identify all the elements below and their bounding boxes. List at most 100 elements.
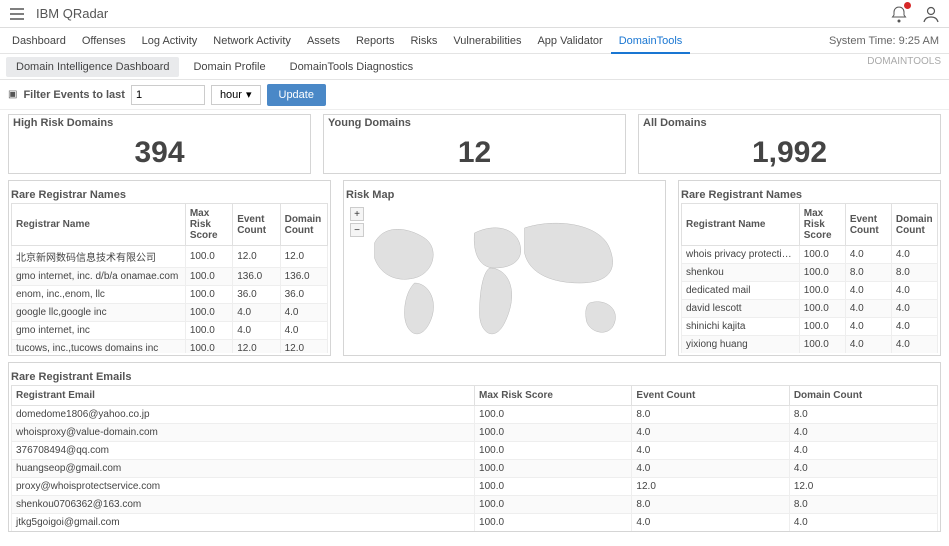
tab-dashboard[interactable]: Dashboard [4, 28, 74, 54]
tab-log-activity[interactable]: Log Activity [134, 28, 206, 54]
col-event-count[interactable]: Event Count [632, 386, 789, 406]
tab-vulnerabilities[interactable]: Vulnerabilities [445, 28, 529, 54]
table-row[interactable]: 376708494@qq.com100.04.04.0 [12, 442, 938, 460]
registrant-panel: Rare Registrant Names Registrant Name Ma… [678, 180, 941, 356]
table-cell: 4.0 [891, 300, 937, 318]
table-cell: 100.0 [799, 282, 845, 300]
table-cell: 4.0 [789, 424, 937, 442]
emails-panel: Rare Registrant Emails Registrant Email … [8, 362, 941, 532]
table-cell: 100.0 [799, 318, 845, 336]
tab-assets[interactable]: Assets [299, 28, 348, 54]
filter-label: Filter Events to last [23, 89, 124, 101]
table-row[interactable]: shinichi kajita100.04.04.0 [682, 318, 938, 336]
table-cell: 4.0 [845, 300, 891, 318]
zoom-out-icon[interactable]: − [350, 223, 364, 237]
table-cell: google llc,google inc [12, 304, 186, 322]
table-row[interactable]: dedicated mail100.04.04.0 [682, 282, 938, 300]
table-row[interactable]: sales@termfly.net100.04.04.0 [12, 532, 938, 533]
table-row[interactable]: tucows, inc.,tucows domains inc100.012.0… [12, 340, 328, 354]
table-row[interactable]: proxy@whoisprotectservice.com100.012.012… [12, 478, 938, 496]
table-row[interactable]: david lescott100.04.04.0 [682, 300, 938, 318]
col-max-risk[interactable]: Max Risk Score [185, 204, 232, 246]
filter-value-input[interactable] [131, 85, 205, 105]
subtab-diagnostics[interactable]: DomainTools Diagnostics [280, 57, 424, 77]
col-domain-count[interactable]: Domain Count [789, 386, 937, 406]
map-header: Risk Map [346, 189, 663, 201]
table-cell: enom, inc.,enom, llc [12, 286, 186, 304]
table-cell: 8.0 [632, 496, 789, 514]
table-cell: 100.0 [475, 496, 632, 514]
subtab-domain-profile[interactable]: Domain Profile [183, 57, 275, 77]
table-row[interactable]: gmo internet, inc100.04.04.0 [12, 322, 328, 340]
col-max-risk[interactable]: Max Risk Score [475, 386, 632, 406]
registrar-scroll[interactable]: Registrar Name Max Risk Score Event Coun… [11, 203, 328, 353]
col-registrar-name[interactable]: Registrar Name [12, 204, 186, 246]
table-row[interactable]: whois privacy protection service by valu… [682, 246, 938, 264]
col-domain-count[interactable]: Domain Count [280, 204, 327, 246]
col-registrant-name[interactable]: Registrant Name [682, 204, 800, 246]
table-row[interactable]: huangseop@gmail.com100.04.04.0 [12, 460, 938, 478]
risk-map[interactable]: + − [346, 203, 663, 353]
table-cell: 100.0 [185, 304, 232, 322]
notifications-icon[interactable] [889, 4, 909, 24]
table-row[interactable]: google llc,google inc100.04.04.0 [12, 304, 328, 322]
col-max-risk[interactable]: Max Risk Score [799, 204, 845, 246]
table-row[interactable]: 北京新网数码信息技术有限公司100.012.012.0 [12, 246, 328, 268]
table-cell: 4.0 [891, 318, 937, 336]
table-cell: jtkg5goigoi@gmail.com [12, 514, 475, 532]
table-cell: 100.0 [475, 514, 632, 532]
tab-network-activity[interactable]: Network Activity [205, 28, 299, 54]
table-cell: 4.0 [789, 460, 937, 478]
table-cell: 100.0 [799, 336, 845, 354]
table-row[interactable]: shenkou0706362@163.com100.08.08.0 [12, 496, 938, 514]
tab-offenses[interactable]: Offenses [74, 28, 134, 54]
registrar-panel: Rare Registrar Names Registrar Name Max … [8, 180, 331, 356]
table-row[interactable]: whoisproxy@value-domain.com100.04.04.0 [12, 424, 938, 442]
table-cell: 8.0 [891, 264, 937, 282]
col-domain-count[interactable]: Domain Count [891, 204, 937, 246]
table-cell: 8.0 [845, 264, 891, 282]
subtab-intelligence-dashboard[interactable]: Domain Intelligence Dashboard [6, 57, 179, 77]
table-cell: 8.0 [632, 406, 789, 424]
col-event-count[interactable]: Event Count [233, 204, 280, 246]
table-cell: 8.0 [789, 496, 937, 514]
update-button[interactable]: Update [267, 84, 326, 106]
filter-unit-dropdown[interactable]: hour ▾ [211, 85, 261, 105]
table-cell: 4.0 [233, 304, 280, 322]
domaintools-logo: DOMAINTOOLS [867, 56, 941, 67]
card-value: 1,992 [639, 131, 940, 175]
table-row[interactable]: jtkg5goigoi@gmail.com100.04.04.0 [12, 514, 938, 532]
registrant-table: Registrant Name Max Risk Score Event Cou… [681, 203, 938, 353]
tab-risks[interactable]: Risks [402, 28, 445, 54]
table-cell: 100.0 [185, 286, 232, 304]
table-row[interactable]: shenkou100.08.08.0 [682, 264, 938, 282]
table-cell: 100.0 [475, 478, 632, 496]
table-row[interactable]: domedome1806@yahoo.co.jp100.08.08.0 [12, 406, 938, 424]
col-event-count[interactable]: Event Count [845, 204, 891, 246]
table-cell: 4.0 [845, 318, 891, 336]
table-cell: 12.0 [280, 340, 327, 354]
zoom-in-icon[interactable]: + [350, 207, 364, 221]
tab-domaintools[interactable]: DomainTools [611, 28, 691, 54]
tab-reports[interactable]: Reports [348, 28, 403, 54]
registrant-scroll[interactable]: Registrant Name Max Risk Score Event Cou… [681, 203, 938, 353]
col-email[interactable]: Registrant Email [12, 386, 475, 406]
filter-row: ▣ Filter Events to last hour ▾ Update [0, 80, 949, 110]
table-cell: 100.0 [475, 460, 632, 478]
table-cell: 100.0 [799, 246, 845, 264]
table-cell: 4.0 [632, 424, 789, 442]
table-cell: 100.0 [799, 264, 845, 282]
hamburger-icon[interactable] [8, 5, 26, 23]
collapse-icon[interactable]: ▣ [8, 89, 17, 100]
user-icon[interactable] [921, 4, 941, 24]
table-row[interactable]: gmo internet, inc. d/b/a onamae.com100.0… [12, 268, 328, 286]
table-row[interactable]: enom, inc.,enom, llc100.036.036.0 [12, 286, 328, 304]
table-cell: 100.0 [185, 322, 232, 340]
tables-row: Rare Registrar Names Registrar Name Max … [8, 180, 941, 356]
tab-app-validator[interactable]: App Validator [529, 28, 610, 54]
table-cell: shenkou [682, 264, 800, 282]
table-cell: 376708494@qq.com [12, 442, 475, 460]
table-cell: 4.0 [891, 246, 937, 264]
table-cell: 4.0 [845, 336, 891, 354]
table-row[interactable]: yixiong huang100.04.04.0 [682, 336, 938, 354]
